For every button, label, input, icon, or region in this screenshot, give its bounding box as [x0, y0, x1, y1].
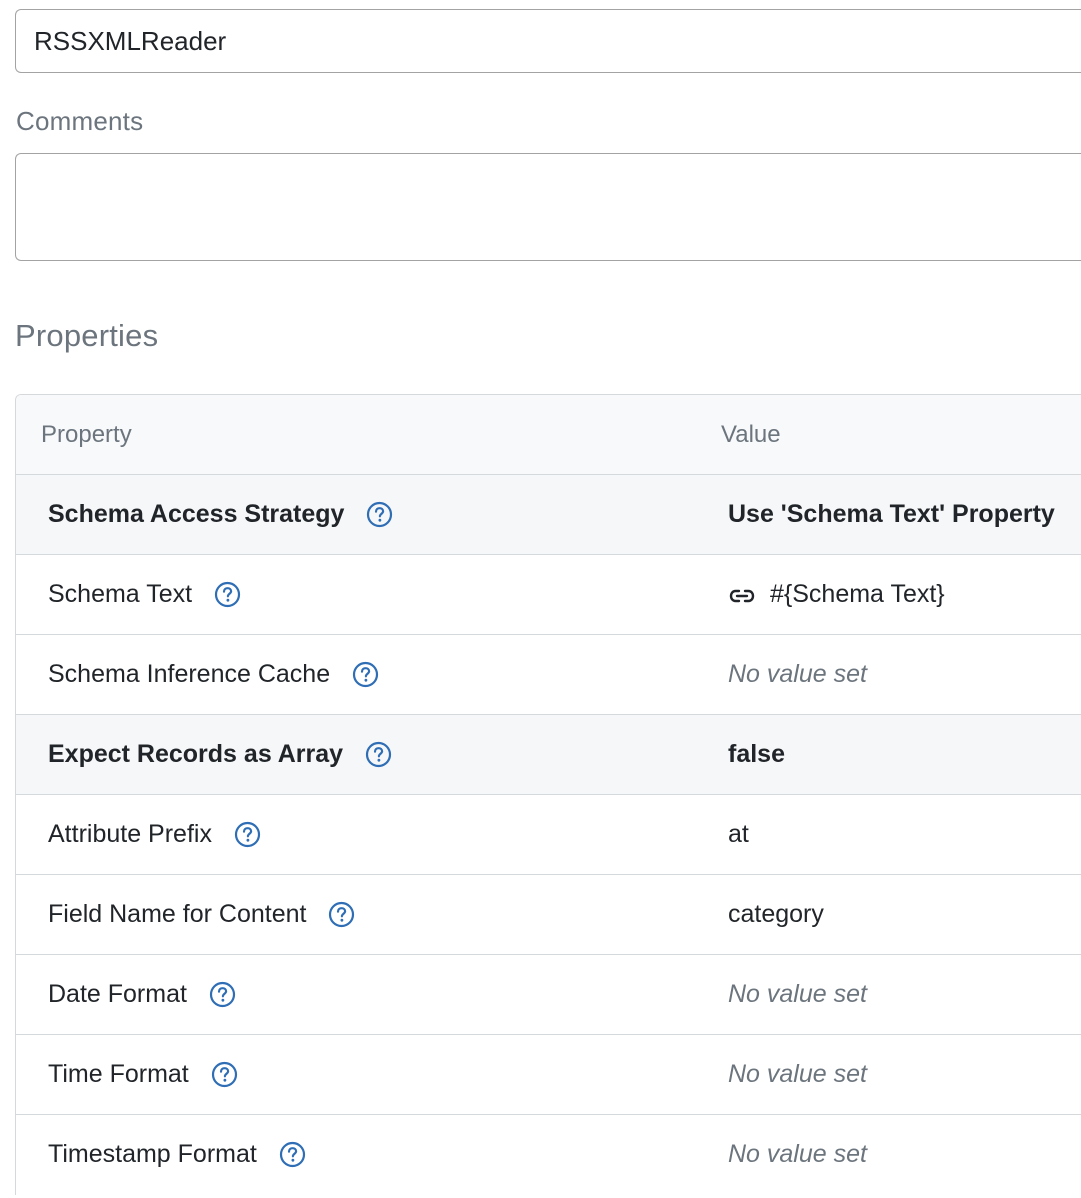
- question-circle-icon[interactable]: [366, 501, 393, 528]
- property-name: Time Format: [48, 1060, 189, 1088]
- properties-table: Property Value Schema Access Strategy Us…: [15, 394, 1081, 1195]
- property-row-attribute-prefix[interactable]: Attribute Prefix at: [16, 795, 1081, 875]
- property-column-header: Property: [41, 421, 132, 448]
- property-row-schema-inference-cache[interactable]: Schema Inference Cache No value set: [16, 635, 1081, 715]
- question-circle-icon[interactable]: [365, 741, 392, 768]
- property-name: Attribute Prefix: [48, 820, 212, 848]
- properties-section-title: Properties: [15, 318, 159, 353]
- property-value[interactable]: category: [728, 875, 824, 953]
- property-value[interactable]: at: [728, 795, 749, 873]
- question-circle-icon[interactable]: [211, 1061, 238, 1088]
- property-value[interactable]: No value set: [728, 1115, 867, 1193]
- property-value[interactable]: No value set: [728, 955, 867, 1033]
- question-circle-icon[interactable]: [328, 901, 355, 928]
- question-circle-icon[interactable]: [279, 1141, 306, 1168]
- property-name: Field Name for Content: [48, 900, 307, 928]
- property-name: Expect Records as Array: [48, 740, 344, 768]
- property-row-schema-text[interactable]: Schema Text #{Schema Text}: [16, 555, 1081, 635]
- property-row-date-format[interactable]: Date Format No value set: [16, 955, 1081, 1035]
- value-column-header: Value: [721, 421, 781, 448]
- property-value[interactable]: Use 'Schema Text' Property: [728, 475, 1055, 553]
- question-circle-icon[interactable]: [209, 981, 236, 1008]
- property-value[interactable]: No value set: [728, 635, 867, 713]
- question-circle-icon[interactable]: [214, 581, 241, 608]
- property-row-schema-access-strategy[interactable]: Schema Access Strategy Use 'Schema Text'…: [16, 475, 1081, 555]
- property-name: Schema Inference Cache: [48, 660, 331, 688]
- property-name: Schema Text: [48, 580, 193, 608]
- property-row-expect-records-as-array[interactable]: Expect Records as Array false: [16, 715, 1081, 795]
- property-row-timestamp-format[interactable]: Timestamp Format No value set: [16, 1115, 1081, 1195]
- property-value[interactable]: No value set: [728, 1035, 867, 1113]
- property-name: Timestamp Format: [48, 1140, 257, 1168]
- question-circle-icon[interactable]: [234, 821, 261, 848]
- property-name: Date Format: [48, 980, 187, 1008]
- property-name: Schema Access Strategy: [48, 500, 345, 528]
- property-row-time-format[interactable]: Time Format No value set: [16, 1035, 1081, 1115]
- property-value[interactable]: #{Schema Text}: [770, 580, 945, 609]
- controller-name-input[interactable]: [15, 9, 1081, 73]
- comments-textarea[interactable]: [15, 153, 1081, 261]
- properties-table-header: Property Value: [16, 395, 1081, 475]
- property-row-field-name-for-content[interactable]: Field Name for Content category: [16, 875, 1081, 955]
- comments-label: Comments: [16, 106, 144, 136]
- property-value[interactable]: false: [728, 715, 785, 793]
- question-circle-icon[interactable]: [352, 661, 379, 688]
- link-icon[interactable]: [728, 584, 756, 604]
